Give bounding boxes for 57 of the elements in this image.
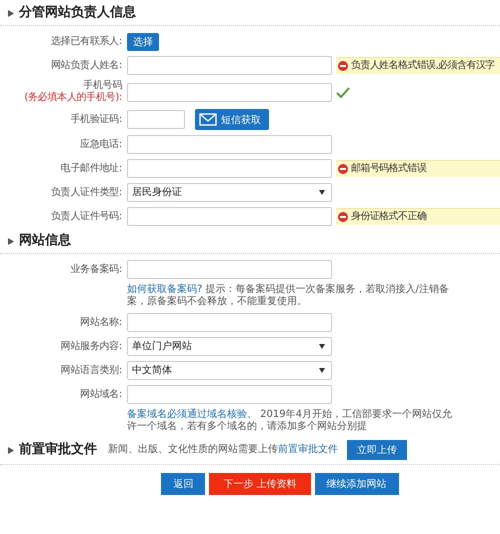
envelope-icon [199,113,217,126]
error-icon [338,61,348,71]
upload-button[interactable]: 立即上传 [347,440,407,460]
approval-link[interactable]: 前置审批文件 [278,444,338,455]
dropdown[interactable]: 居民身份证 [127,183,332,202]
field-label: 负责人证件类型: [50,186,123,198]
arrow-icon [8,10,14,16]
action-button[interactable]: 下一步 上传资料 [209,473,311,495]
dropdown-value: 居民身份证 [132,186,182,198]
dropdown[interactable]: 中文简体 [127,361,332,380]
caret-icon [319,368,325,373]
input-field[interactable] [127,385,332,404]
hint-text: 备案域名必须通过域名核验。 2019年4月开始，工信部要求一个网站仅允许一个域名，若有多个域名的，请添加多个网站分别提 [127,409,453,433]
field-label: 业务备案码: [69,264,123,276]
field-label: 电子邮件地址: [60,162,123,174]
caret-icon [319,344,325,349]
hint-text: 新闻、出版、文化性质的网站需要上传前置审批文件 [108,444,338,456]
check-icon [336,86,350,98]
input-field[interactable] [127,110,185,129]
error-icon [338,212,348,222]
input-field[interactable] [127,313,332,332]
caret-icon [319,190,325,195]
dropdown[interactable]: 单位门户网站 [127,337,332,356]
input-field[interactable] [127,82,332,102]
error-text: 身份证格式不正确 [351,211,426,223]
hint-text: 如何获取备案码? 提示：每备案码提供一次备案服务，若取消接入/注销备案，原备案码不会释放，不能重复使用。 [127,284,450,308]
field-label: 网站负责人姓名: [50,60,123,72]
field-label: 选择已有联系人: [50,36,123,48]
dropdown-value: 中文简体 [132,364,172,376]
input-field[interactable] [127,207,332,226]
action-button[interactable]: 返回 [161,473,206,495]
field-label: 手机验证码: [69,114,123,126]
input-field[interactable] [127,159,332,178]
section-title: 分管网站负责人信息 [19,5,136,21]
sms-button[interactable]: 短信获取 [195,109,269,130]
field-label: 负责人证件号码: [50,210,123,222]
error-icon [338,164,348,174]
select-button[interactable]: 选择 [127,32,159,50]
field-label: 应急电话: [79,138,123,150]
error-text: 邮箱号码格式错误 [351,163,426,175]
input-field[interactable] [127,56,332,75]
error-text: 负责人姓名格式错误,必须含有汉字 [351,60,495,72]
field-label: 手机号码 (务必填本人的手机号): [23,80,123,104]
field-label: 网站语言类别: [60,364,123,376]
field-label: 网站服务内容: [60,340,123,352]
input-field[interactable] [127,260,332,279]
section-title: 前置审批文件 [19,442,97,458]
field-label: 网站名称: [79,316,123,328]
action-button[interactable]: 继续添加网站 [314,473,399,495]
field-label: 网站域名: [79,388,123,400]
arrow-icon [8,446,14,454]
arrow-icon [8,238,14,244]
help-link[interactable]: 如何获取备案码? [127,284,202,295]
section-title: 网站信息 [19,233,71,249]
help-link[interactable]: 备案域名必须通过域名核验。 [127,409,257,420]
input-field[interactable] [127,135,332,154]
dropdown-value: 单位门户网站 [132,340,192,352]
